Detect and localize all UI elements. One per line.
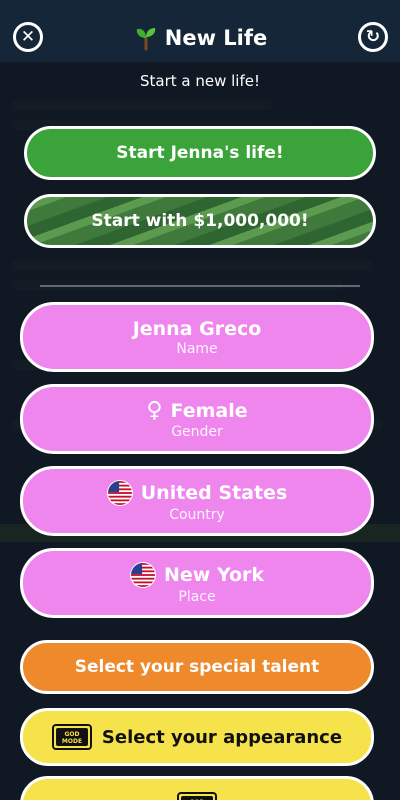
name-field-button[interactable]: Jenna Greco Name [20,302,374,372]
gender-caption: Gender [171,424,223,440]
name-caption: Name [176,340,218,357]
restart-icon[interactable]: ↻ [358,22,388,52]
place-value: New York [163,563,265,586]
country-value-row: United States [106,479,288,506]
svg-text:MODE: MODE [62,738,82,745]
us-flag-icon [106,479,133,506]
place-value-row: New York [129,561,265,588]
gender-field-button[interactable]: ♀ Female Gender [20,384,374,454]
gender-value: Female [170,399,248,422]
gender-value-row: ♀ Female [146,398,247,423]
page-title: New Life [164,26,268,50]
god-mode-badge-icon: GOD MODE [177,792,217,800]
special-talent-button[interactable]: Select your special talent [20,640,374,694]
name-value: Jenna Greco [132,317,262,340]
country-value: United States [140,481,288,504]
female-icon: ♀ [146,398,163,423]
title-group: New Life [0,18,400,58]
next-god-mode-button[interactable]: GOD MODE [20,776,374,800]
country-field-button[interactable]: United States Country [20,466,374,536]
appearance-label: Select your appearance [101,726,343,748]
us-flag-icon [129,561,156,588]
modal-header: ✕ New Life ↻ [0,18,400,60]
name-value-row: Jenna Greco [133,318,262,340]
appearance-button[interactable]: GOD MODE Select your appearance [20,708,374,766]
place-field-button[interactable]: New York Place [20,548,374,618]
start-with-money-button[interactable]: Start with $1,000,000! [24,194,376,248]
divider [40,285,360,287]
place-caption: Place [178,588,216,605]
svg-text:GOD: GOD [64,731,79,738]
start-life-button[interactable]: Start Jenna's life! [24,126,376,180]
page-subtitle: Start a new life! [140,72,260,90]
sprout-icon [136,28,155,51]
new-life-screen: ✕ New Life ↻ Start a new life! Start Jen… [0,0,400,800]
country-caption: Country [169,506,225,523]
start-money-label: Start with $1,000,000! [91,211,309,231]
god-mode-badge-icon: GOD MODE [51,724,92,750]
special-talent-label: Select your special talent [74,657,320,677]
start-life-label: Start Jenna's life! [116,143,284,163]
